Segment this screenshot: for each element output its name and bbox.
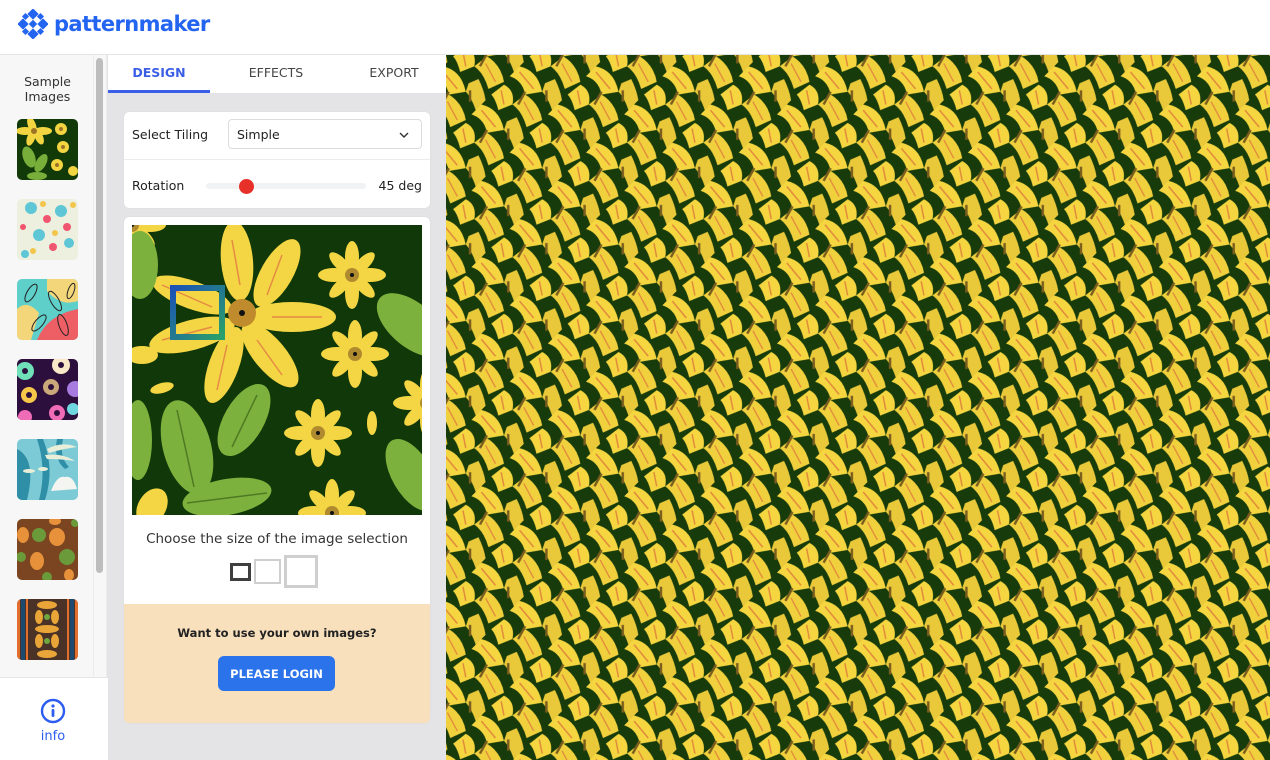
- tiled-pattern: [446, 55, 1270, 760]
- patternmaker-logo-icon: [18, 9, 48, 39]
- damask-thumbnail: [17, 599, 78, 660]
- rotation-slider-thumb[interactable]: [239, 179, 254, 194]
- rail-scrollbar[interactable]: [96, 58, 103, 573]
- source-image-artwork: [132, 225, 422, 515]
- rotation-slider[interactable]: [206, 179, 366, 194]
- sample-image-damask[interactable]: [17, 599, 78, 660]
- settings-card: Select Tiling Simple Rotation 45 deg: [124, 112, 430, 208]
- pineapples-thumbnail: [17, 519, 78, 580]
- logo[interactable]: patternmaker: [18, 9, 210, 39]
- yellow-flowers-thumbnail: [17, 119, 78, 180]
- sample-image-pineapples[interactable]: [17, 519, 78, 580]
- tiling-row: Select Tiling Simple: [124, 112, 430, 160]
- panel-tabs: DESIGN EFFECTS EXPORT: [108, 55, 446, 93]
- sample-image-yellow-flowers[interactable]: [17, 119, 78, 180]
- info-button[interactable]: info: [28, 698, 78, 744]
- sample-image-tropical[interactable]: [17, 439, 78, 500]
- rotation-value: 45 deg: [378, 178, 422, 193]
- sample-images-title: Sample Images: [24, 74, 71, 104]
- tab-effects[interactable]: EFFECTS: [210, 55, 342, 93]
- sample-image-leaves[interactable]: [17, 279, 78, 340]
- source-image-card: Choose the size of the image selection W…: [124, 217, 430, 723]
- login-prompt: Want to use your own images?: [177, 626, 377, 640]
- please-login-button[interactable]: PLEASE LOGIN: [218, 656, 335, 691]
- chevron-down-icon: [399, 132, 409, 138]
- rotation-row: Rotation 45 deg: [124, 160, 430, 208]
- info-label: info: [40, 729, 66, 744]
- app-name: patternmaker: [54, 12, 210, 36]
- info-area: info: [0, 677, 108, 760]
- tropical-thumbnail: [17, 439, 78, 500]
- sample-image-donuts[interactable]: [17, 359, 78, 420]
- selection-size-options: [230, 555, 321, 588]
- selection-size-large[interactable]: [284, 555, 318, 588]
- tab-design[interactable]: DESIGN: [108, 55, 210, 93]
- login-promo: Want to use your own images? PLEASE LOGI…: [124, 604, 430, 723]
- selection-size-small[interactable]: [230, 562, 251, 581]
- rotation-slider-track: [206, 183, 366, 189]
- tiling-label: Select Tiling: [132, 127, 209, 142]
- source-image[interactable]: [132, 225, 422, 515]
- app-header: patternmaker: [0, 0, 1270, 55]
- tiling-select[interactable]: Simple: [228, 119, 422, 149]
- tab-export[interactable]: EXPORT: [342, 55, 446, 93]
- tiling-select-value: Simple: [237, 127, 280, 142]
- selection-size-medium[interactable]: [254, 559, 281, 584]
- sample-images-list: [17, 119, 78, 679]
- rotation-label: Rotation: [132, 178, 185, 193]
- image-selection-box[interactable]: [170, 285, 225, 340]
- info-icon: [40, 698, 66, 724]
- pattern-fill: [446, 55, 1270, 760]
- rail-scroll-track: [93, 55, 107, 677]
- donuts-thumbnail: [17, 359, 78, 420]
- pastel-floral-thumbnail: [17, 199, 78, 260]
- leaves-thumbnail: [17, 279, 78, 340]
- selection-size-caption: Choose the size of the image selection: [146, 531, 408, 547]
- pattern-preview: [446, 55, 1270, 760]
- sample-image-pastel-floral[interactable]: [17, 199, 78, 260]
- design-panel: DESIGN EFFECTS EXPORT Select Tiling Simp…: [108, 55, 446, 760]
- sample-images-rail: Sample Images info: [0, 55, 108, 760]
